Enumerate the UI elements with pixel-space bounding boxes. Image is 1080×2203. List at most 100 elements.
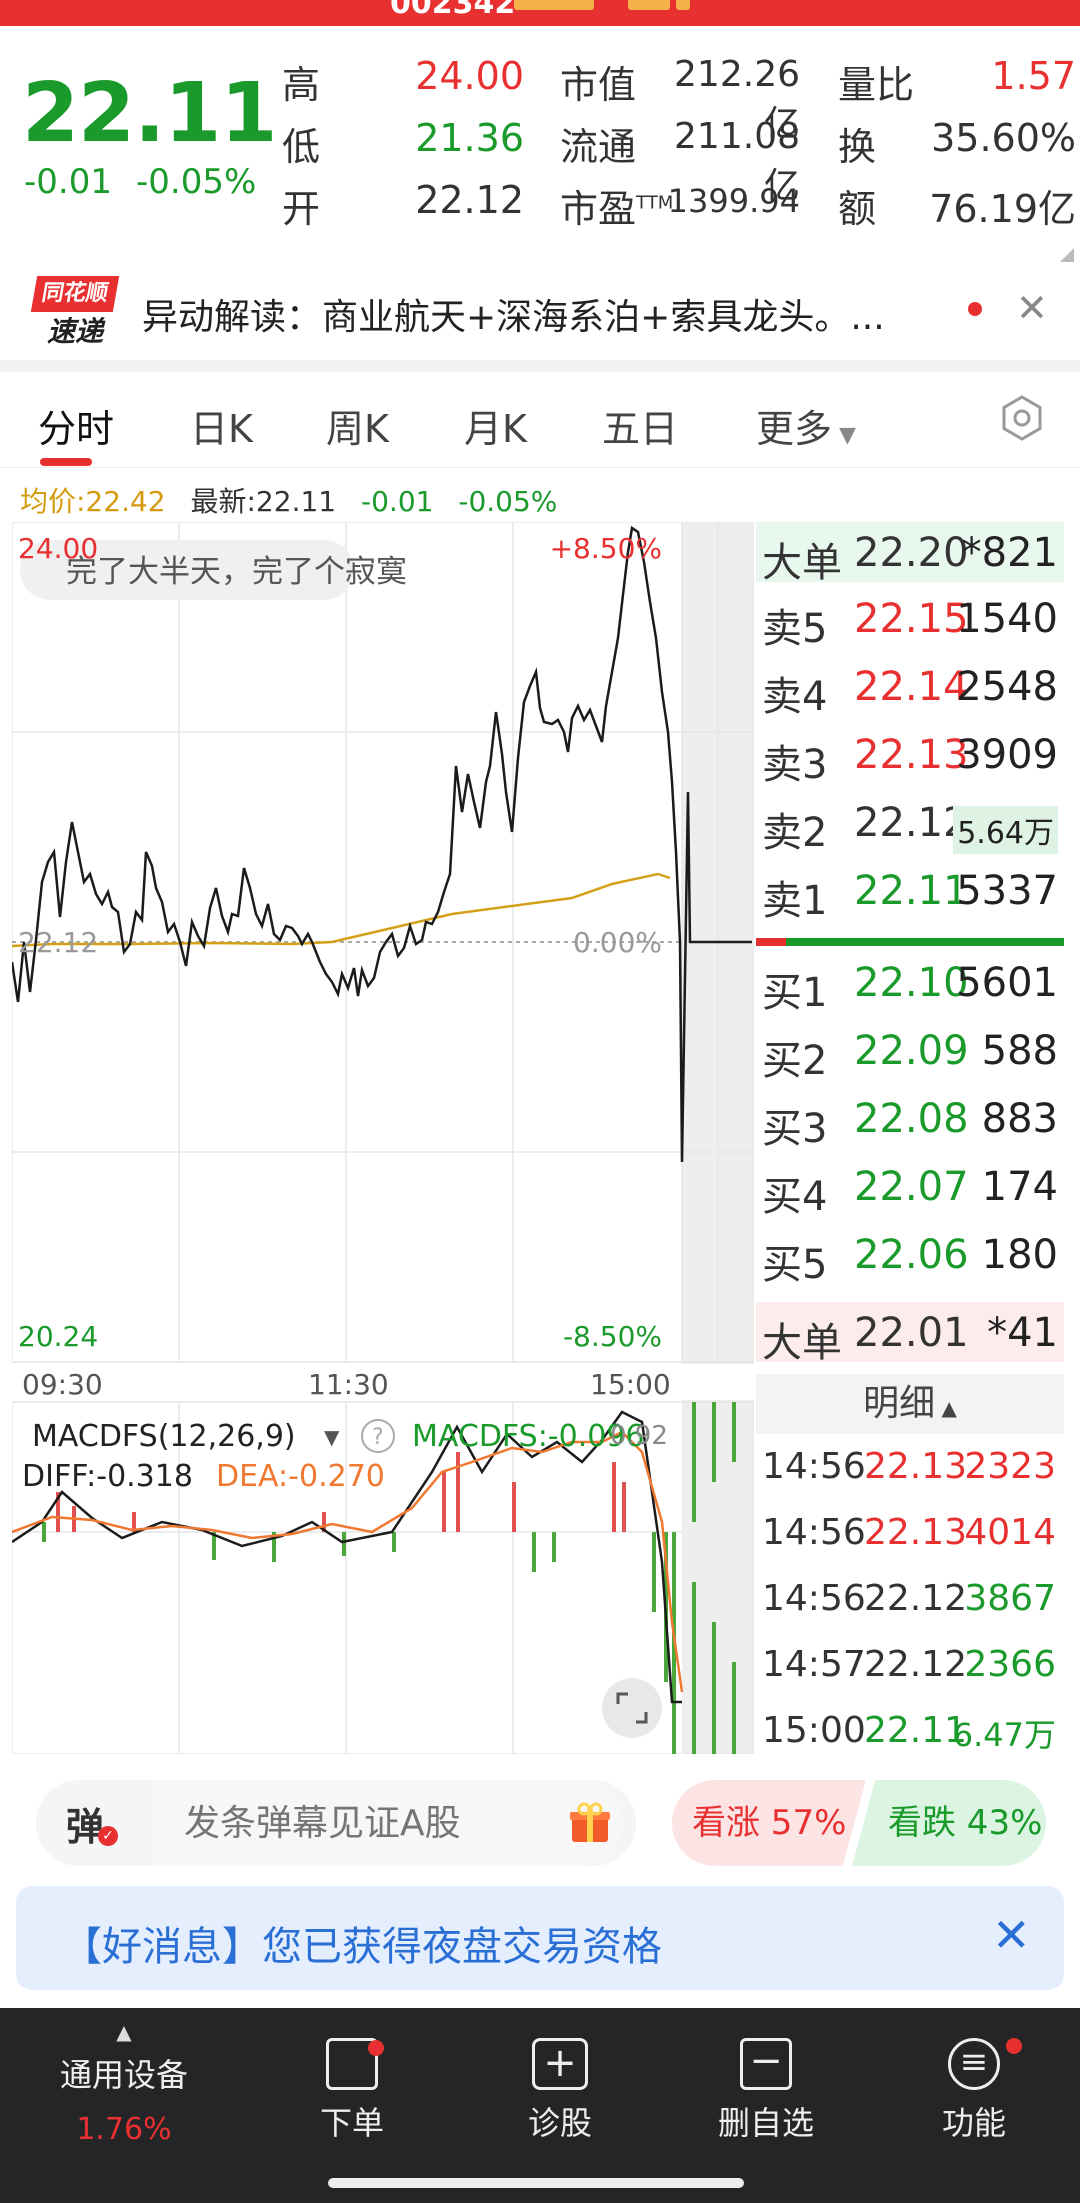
check-icon: ✓: [98, 1826, 118, 1846]
news-text[interactable]: 异动解读：商业航天+深海系泊+索具龙头。...: [142, 288, 885, 340]
news-ticker[interactable]: 同花顺 速递 异动解读：商业航天+深海系泊+索具龙头。...: [0, 268, 1080, 360]
mid-pct-label: 0.00%: [573, 926, 662, 959]
open-value: 22.12: [415, 178, 524, 222]
close-icon[interactable]: ✕: [992, 1908, 1031, 1962]
chart-info-line: 均价:22.42 最新:22.11 -0.01 -0.05%: [20, 480, 573, 520]
comment-bubble: 完了大半天，完了个寂寞: [66, 554, 407, 590]
macd-dea: DEA:-0.270: [216, 1459, 385, 1494]
order-book: 大单 22.20 *821 卖5 22.15 1540 卖4 22.14 2548 卖3 22…: [756, 522, 1064, 1754]
low-value: 21.36: [415, 116, 524, 160]
tab-five-day[interactable]: 五日: [602, 398, 678, 453]
buy-sell-ratio-bar: [756, 938, 1064, 946]
stock-code: 002342: [390, 0, 516, 21]
danmu-bar: 弹 ✓: [36, 1780, 636, 1866]
turnover-value: 35.60%: [931, 116, 1076, 160]
bottom-nav: ▲ 通用设备 1.76% 下单 + 诊股 − 删自选 ≡ 功能: [0, 2008, 1080, 2203]
tab-more[interactable]: 更多 ▼: [756, 398, 856, 453]
tab-intraday[interactable]: 分时: [38, 398, 114, 453]
minus-icon: −: [740, 2038, 792, 2090]
danmu-icon[interactable]: 弹: [66, 1796, 104, 1851]
price-change: -0.01 -0.05%: [24, 162, 280, 202]
nav-functions[interactable]: ≡ 功能: [884, 2038, 1064, 2144]
latest-price: 最新:22.11: [190, 485, 337, 518]
nav-order[interactable]: 下单: [262, 2038, 442, 2144]
intraday-chart[interactable]: 完了大半天，完了个寂寞 24.00 20.24 +8.50% -8.50% 22…: [12, 522, 754, 1754]
macd-name[interactable]: MACDFS(12,26,9): [32, 1419, 296, 1454]
trade-row: 14:56 22.13 2323: [762, 1446, 1056, 1487]
settings-icon[interactable]: [998, 394, 1046, 442]
time-label: 15:00: [590, 1368, 671, 1401]
promo-banner[interactable]: 【好消息】您已获得夜盘交易资格 ✕: [16, 1886, 1064, 1990]
amount-label: 额: [838, 187, 877, 231]
chevron-down-icon[interactable]: ▼: [324, 1425, 340, 1449]
mid-price-label: 22.12: [18, 926, 98, 959]
change-percent: -0.05%: [135, 162, 257, 202]
ask-row-2[interactable]: 卖2 22.12 5.64万: [756, 792, 1064, 856]
mcap-label: 市值: [560, 63, 637, 107]
macd-diff: DIFF:-0.318: [22, 1459, 193, 1494]
divider: [0, 360, 1080, 372]
caret-up-icon: ▲: [935, 1396, 957, 1420]
ask-row-5[interactable]: 卖5 22.15 1540: [756, 588, 1064, 652]
big-order-top[interactable]: 大单 22.20 *821: [756, 522, 1064, 586]
chart-tabs: 分时 日K 周K 月K 五日 更多 ▼: [0, 372, 1080, 468]
open-label: 开: [282, 187, 321, 231]
bid-row-2[interactable]: 买2 22.09 588: [756, 1020, 1064, 1084]
high-value: 24.00: [415, 54, 524, 98]
avg-price: 均价:22.42: [20, 485, 166, 518]
time-label: 09:30: [22, 1368, 103, 1401]
pe-value: 1399.94: [667, 182, 800, 220]
nav-remove-watchlist[interactable]: − 删自选: [676, 2038, 856, 2144]
bid-row-1[interactable]: 买1 22.10 5601: [756, 952, 1064, 1016]
tag-badge: [628, 0, 670, 10]
nav-sector[interactable]: ▲ 通用设备 1.76%: [34, 2020, 214, 2147]
latest-pct: -0.05%: [458, 485, 558, 518]
vol-ratio-value: 1.57: [991, 54, 1076, 98]
y-axis-top: 24.00: [18, 532, 98, 565]
trade-row: 15:00 22.11 6.47万: [762, 1710, 1056, 1754]
trade-row: 14:56 22.12 3867: [762, 1578, 1056, 1619]
ths-logo: 同花顺 速递: [30, 276, 120, 350]
close-icon[interactable]: ✕: [1016, 286, 1048, 330]
danmu-input[interactable]: [152, 1780, 622, 1866]
banner-text[interactable]: 【好消息】您已获得夜盘交易资格: [62, 1914, 662, 1972]
low-label: 低: [282, 125, 321, 169]
big-order-bottom[interactable]: 大单 22.01 *41: [756, 1302, 1064, 1366]
menu-icon: ≡: [948, 2038, 1000, 2090]
ask-row-3[interactable]: 卖3 22.13 3909: [756, 724, 1064, 788]
tag-badge: [676, 0, 690, 10]
y-axis-bottom: 20.24: [18, 1320, 98, 1353]
dropdown-icon: ▼: [832, 423, 856, 448]
trade-row: 14:57 22.12 2366: [762, 1644, 1056, 1685]
diagnose-icon: +: [532, 2038, 588, 2090]
latest-change: -0.01: [361, 485, 434, 518]
sector-pct: 1.76%: [76, 2112, 172, 2147]
caret-up-icon: ▲: [116, 2020, 132, 2044]
ask-row-4[interactable]: 卖4 22.14 2548: [756, 656, 1064, 720]
fullscreen-icon[interactable]: [602, 1678, 662, 1738]
pct-axis-top: +8.50%: [550, 532, 662, 565]
expand-corner-icon[interactable]: [1060, 248, 1074, 262]
detail-toggle[interactable]: 明细 ▲: [756, 1374, 1064, 1434]
top-header-bar: 002342: [0, 0, 1080, 26]
home-indicator: [328, 2178, 744, 2188]
ask-row-1[interactable]: 卖1 22.11 5337: [756, 860, 1064, 924]
tab-daily-k[interactable]: 日K: [190, 398, 253, 453]
tab-weekly-k[interactable]: 周K: [326, 398, 389, 453]
tag-badge: [514, 0, 594, 10]
nav-diagnose[interactable]: + 诊股: [470, 2038, 650, 2144]
bid-row-4[interactable]: 买4 22.07 174: [756, 1156, 1064, 1220]
high-label: 高: [282, 63, 321, 107]
vote-up-button[interactable]: 看涨 57%: [672, 1780, 866, 1866]
active-tab-indicator: [40, 458, 92, 466]
unread-dot-icon: [968, 302, 982, 316]
time-label: 11:30: [308, 1368, 389, 1401]
tab-monthly-k[interactable]: 月K: [464, 398, 527, 453]
bid-row-3[interactable]: 买3 22.08 883: [756, 1088, 1064, 1152]
bid-row-5[interactable]: 买5 22.06 180: [756, 1224, 1064, 1288]
current-price: 22.11: [22, 66, 277, 161]
trade-row: 14:56 22.13 4014: [762, 1512, 1056, 1553]
vote-down-button[interactable]: 看跌 43%: [852, 1780, 1046, 1866]
float-label: 流通: [560, 125, 637, 169]
gift-icon[interactable]: [568, 1800, 612, 1844]
